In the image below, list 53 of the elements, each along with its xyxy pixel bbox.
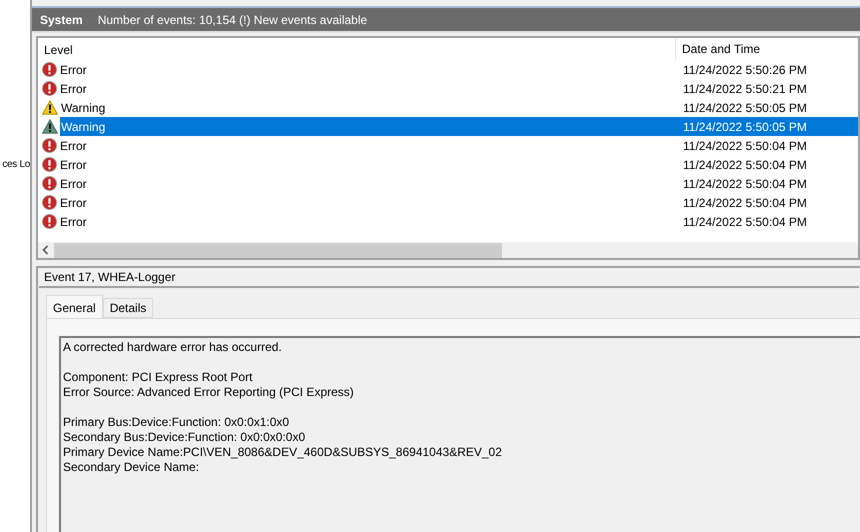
- message-line: Component: PCI Express Root Port: [63, 370, 254, 385]
- level-cell-text: Error: [59, 214, 88, 230]
- horizontal-scrollbar[interactable]: [38, 242, 858, 258]
- event-row[interactable]: Error 11/24/2022 5:50:04 PM: [38, 136, 858, 155]
- column-header[interactable]: Level: [38, 38, 676, 60]
- level-cell: Warning: [60, 117, 676, 136]
- date-cell: 11/24/2022 5:50:05 PM: [676, 117, 858, 136]
- tab[interactable]: General: [46, 295, 103, 318]
- level-cell-text: Error: [59, 156, 88, 174]
- event-row[interactable]: Warning 11/24/2022 5:50:05 PM: [38, 117, 858, 136]
- message-line: Secondary Device Name:: [63, 460, 200, 475]
- date-cell-text: 11/24/2022 5:50:04 PM: [682, 138, 808, 154]
- error-icon: [42, 195, 57, 210]
- message-line: Error Source: Advanced Error Reporting (PCI Express): [63, 385, 355, 400]
- message-line: Primary Bus:Device:Function: 0x0:0x1:0x0: [63, 415, 290, 430]
- event-row[interactable]: Error 11/24/2022 5:50:04 PM: [38, 155, 858, 174]
- date-cell-text: 11/24/2022 5:50:05 PM: [682, 100, 808, 116]
- level-cell-text: Error: [59, 194, 88, 212]
- event-row[interactable]: Error 11/24/2022 5:50:04 PM: [38, 212, 858, 231]
- error-icon: [42, 62, 57, 77]
- level-cell-text: Error: [59, 62, 88, 78]
- event-row[interactable]: Error 11/24/2022 5:50:04 PM: [38, 174, 858, 193]
- level-cell-text: Error: [59, 138, 88, 154]
- event-row[interactable]: Warning 11/24/2022 5:50:05 PM: [38, 98, 858, 117]
- level-cell-text: Warning: [60, 100, 106, 116]
- event-row[interactable]: Error 11/24/2022 5:50:26 PM: [38, 60, 858, 79]
- warning-icon: [42, 119, 58, 134]
- message-line: Primary Device Name:PCI\VEN_8086&DEV_460D&SUBSYS_86941043&REV_02: [63, 445, 503, 460]
- sidebar-item[interactable]: ces Lo: [2, 157, 30, 173]
- date-cell-text: 11/24/2022 5:50:04 PM: [682, 214, 808, 230]
- log-title: System: [40, 12, 83, 28]
- date-cell-text: 11/24/2022 5:50:04 PM: [682, 176, 808, 192]
- level-cell-text: Error: [59, 80, 88, 98]
- error-icon: [42, 176, 57, 191]
- message-line: Secondary Bus:Device:Function: 0x0:0x0:0x0: [63, 430, 306, 445]
- error-icon: [42, 138, 57, 153]
- scrollbar-thumb[interactable]: [54, 242, 502, 258]
- message-line: A corrected hardware error has occurred.: [63, 340, 283, 355]
- event-count: Number of events: 10,154 (!) New events available: [98, 12, 368, 28]
- date-cell-text: 11/24/2022 5:50:04 PM: [682, 156, 808, 174]
- error-icon: [42, 157, 57, 172]
- event-row[interactable]: Error 11/24/2022 5:50:04 PM: [38, 193, 858, 212]
- warning-icon: [42, 100, 58, 115]
- column-header[interactable]: Date and Time: [676, 38, 858, 60]
- date-cell-text: 11/24/2022 5:50:26 PM: [682, 62, 808, 78]
- error-icon: [42, 214, 57, 229]
- error-icon: [42, 81, 57, 96]
- date-cell-text: 11/24/2022 5:50:21 PM: [682, 80, 808, 98]
- tab[interactable]: Details: [102, 298, 154, 318]
- date-cell-text: 11/24/2022 5:50:04 PM: [682, 194, 808, 212]
- level-cell-text: Error: [59, 176, 88, 192]
- event-row[interactable]: Error 11/24/2022 5:50:21 PM: [38, 79, 858, 98]
- event-title: Event 17, WHEA-Logger: [44, 269, 176, 286]
